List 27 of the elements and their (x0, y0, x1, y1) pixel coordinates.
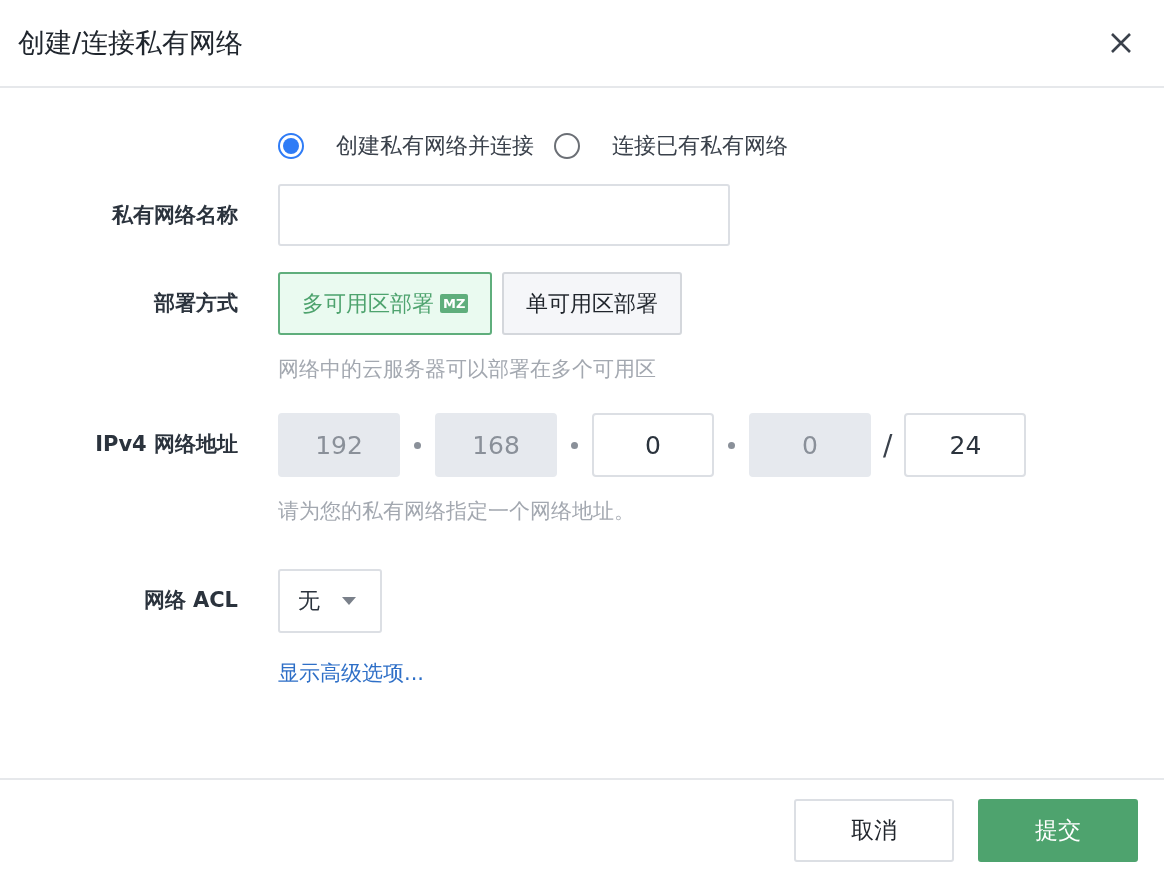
radio-label: 连接已有私有网络 (612, 132, 788, 160)
field-label: 网络 ACL (142, 587, 238, 614)
radio-option[interactable]: 创建私有网络并连接 (278, 131, 534, 161)
caret-icon (342, 597, 356, 605)
option-label: 多可用区部署 (302, 289, 434, 318)
hint-text: 网络中的云服务器可以部署在多个可用区 (278, 356, 656, 383)
field-label: 部署方式 (152, 290, 238, 317)
close-icon (1110, 32, 1132, 54)
radio-option[interactable]: 连接已有私有网络 (554, 131, 788, 161)
slash-separator: / (883, 428, 893, 462)
octet-input-field[interactable]: 0 (592, 413, 714, 477)
prefix-input-field[interactable]: 24 (904, 413, 1027, 477)
advanced-options-link[interactable]: 显示高级选项... (278, 659, 425, 687)
deployment-option[interactable]: 单可用区部署 (502, 272, 683, 335)
field-label: IPv4 网络地址 (94, 431, 238, 458)
name-input-field[interactable] (278, 184, 730, 246)
option-label: 单可用区部署 (526, 289, 659, 318)
cancel-button[interactable]: 取消 (794, 798, 954, 862)
dot-separator-icon (571, 441, 578, 449)
dot-separator-icon (414, 441, 421, 449)
hint-text: 请为您的私有网络指定一个网络地址。 (278, 498, 635, 525)
dot-separator-icon (728, 441, 735, 449)
radio-label: 创建私有网络并连接 (336, 132, 534, 160)
field-label: 私有网络名称 (110, 202, 238, 229)
dialog-title: 创建/连接私有网络 (18, 26, 244, 60)
acl-dropdown[interactable]: 无 (278, 569, 382, 633)
zone-tag: MZ (440, 294, 469, 313)
